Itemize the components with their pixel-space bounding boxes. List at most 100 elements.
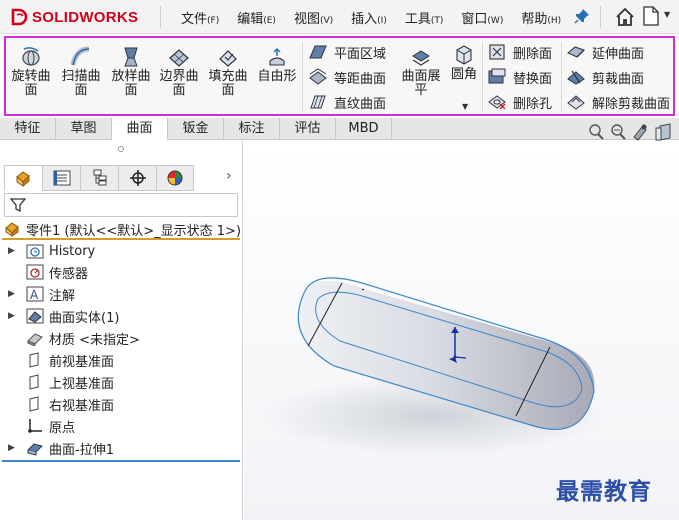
section-view-icon[interactable] [655,123,671,141]
tree-node-top-plane[interactable]: 上视基准面 [8,372,114,392]
menu-label: 文件 [181,11,208,27]
untrim-surface-button[interactable]: 解除剪裁曲面 [566,91,670,113]
menu-help[interactable]: 帮助(H) [512,8,570,27]
tab-sheet-metal[interactable]: 钣金 [168,118,224,140]
previous-view-icon[interactable] [633,124,647,141]
tree-node-front-plane[interactable]: 前视基准面 [8,350,114,370]
zoom-to-fit-icon[interactable] [589,124,604,140]
ruled-surface-button[interactable]: 直纹曲面 [308,91,386,113]
tree-node-origin[interactable]: 原点 [8,416,75,436]
annotation-icon: A [26,286,44,302]
tree-node-sensors[interactable]: 传感器 [8,262,88,282]
expand-arrow-icon[interactable]: ▶ [8,246,20,256]
heads-up-view-toolbar [589,123,671,141]
tree-node-label: 右视基准面 [49,398,115,414]
menu-edit[interactable]: 编辑(E) [228,8,285,27]
tab-mbd[interactable]: MBD [336,118,392,140]
tree-filter-field[interactable] [4,193,238,217]
part-name: 零件1 (默认<<默认>_显示状态 1>) [26,223,242,239]
rollback-bar[interactable] [2,460,240,462]
tab-surfaces[interactable]: 曲面 [112,118,168,140]
menu-insert[interactable]: 插入(I) [342,8,396,27]
tool-label: 填充曲 面 [208,69,248,98]
surface-flatten-button[interactable]: 曲面展 平 [398,38,444,98]
tree-node-history[interactable]: ▶ History [8,241,95,261]
menu-shortcut: (W) [487,15,504,26]
menu-bar: 文件(F) 编辑(E) 视图(V) 插入(I) 工具(T) 窗口(W) 帮助(H… [172,0,570,34]
menu-shortcut: (E) [263,15,276,26]
loft-surface-icon [124,47,138,67]
menu-label: 编辑 [237,11,264,27]
delete-hole-button[interactable]: 删除孔 [487,91,552,113]
replace-face-button[interactable]: 替换面 [487,66,552,88]
menu-view[interactable]: 视图(V) [285,8,342,27]
planar-surface-button[interactable]: 平面区域 [308,41,386,63]
tool-label: 等距曲面 [334,71,387,87]
surface-body-icon [26,308,44,324]
surface-extrude-model[interactable] [244,141,679,520]
tree-node-label: 上视基准面 [49,376,115,392]
tool-label: 剪裁曲面 [592,71,645,87]
tree-node-right-plane[interactable]: 右视基准面 [8,394,114,414]
divider [482,42,483,112]
origin-icon [28,419,42,433]
tab-feature-manager[interactable] [4,165,42,191]
graphics-area[interactable] [244,141,679,520]
tab-property-manager[interactable] [42,165,80,191]
tool-label: 平面区域 [334,46,387,62]
tree-node-material[interactable]: 材质 <未指定> [8,328,140,348]
boundary-surface-button[interactable]: 边界曲 面 [156,38,202,98]
delete-face-button[interactable]: 删除面 [487,41,552,63]
zoom-area-icon[interactable] [611,124,626,140]
chevron-down-icon[interactable]: ▼ [462,102,468,111]
home-icon[interactable] [614,6,636,28]
solidworks-logo[interactable]: SOLIDWORKS [10,6,138,28]
extend-surface-button[interactable]: 延伸曲面 [566,41,644,63]
tab-display-manager[interactable] [156,165,194,191]
chevron-down-icon[interactable]: ▼ [664,10,670,19]
chevron-right-icon[interactable]: › [226,168,232,184]
fillet-button[interactable]: 圆角 [447,36,481,82]
tool-label: 替换面 [513,71,553,87]
fill-surface-icon [219,50,237,67]
revolve-surface-button[interactable]: 旋转曲 面 [8,38,54,98]
tree-node-surface-bodies[interactable]: ▶ 曲面实体(1) [8,306,119,326]
menu-shortcut: (V) [319,15,334,26]
menu-window[interactable]: 窗口(W) [452,8,512,27]
tab-dimxpert-manager[interactable] [118,165,156,191]
history-folder-icon [26,244,44,259]
extend-surface-icon [567,46,585,58]
tab-configuration-manager[interactable] [80,165,118,191]
new-document-icon[interactable] [643,6,659,26]
tool-label: 边界曲 面 [159,69,199,98]
fill-surface-button[interactable]: 填充曲 面 [205,38,251,98]
offset-surface-button[interactable]: 等距曲面 [308,66,386,88]
sweep-surface-button[interactable]: 扫描曲 面 [58,38,104,98]
divider [2,238,240,240]
tab-sketch[interactable]: 草图 [56,118,112,140]
tool-label: 删除孔 [513,96,553,112]
tool-label: 解除剪裁曲面 [592,96,671,112]
surface-flatten-icon [412,50,430,66]
ruled-surface-icon [310,95,326,109]
tree-node-surface-extrude1[interactable]: ▶ 曲面-拉伸1 [8,438,114,458]
expand-arrow-icon[interactable]: ▶ [8,289,20,299]
expand-arrow-icon[interactable]: ▶ [8,311,20,321]
menu-file[interactable]: 文件(F) [172,8,228,27]
loft-surface-button[interactable]: 放样曲 面 [108,38,154,98]
trim-surface-button[interactable]: 剪裁曲面 [566,66,644,88]
tool-label: 圆角 [450,67,477,82]
menu-shortcut: (H) [547,15,562,26]
part-root-node[interactable]: 零件1 (默认<<默认>_显示状态 1>) [4,220,242,239]
divider [600,6,601,28]
expand-arrow-icon[interactable]: ▶ [8,443,20,453]
panel-collapse-handle[interactable] [118,146,124,152]
menu-tools[interactable]: 工具(T) [396,8,453,27]
pin-icon[interactable] [574,8,590,24]
tab-markup[interactable]: 标注 [224,118,280,140]
freeform-button[interactable]: 自由形 [254,38,300,84]
tab-evaluate[interactable]: 评估 [280,118,336,140]
title-bar: SOLIDWORKS 文件(F) 编辑(E) 视图(V) 插入(I) 工具(T)… [0,0,679,34]
tree-node-annotations[interactable]: ▶ A 注解 [8,284,75,304]
tab-features[interactable]: 特征 [0,118,56,140]
